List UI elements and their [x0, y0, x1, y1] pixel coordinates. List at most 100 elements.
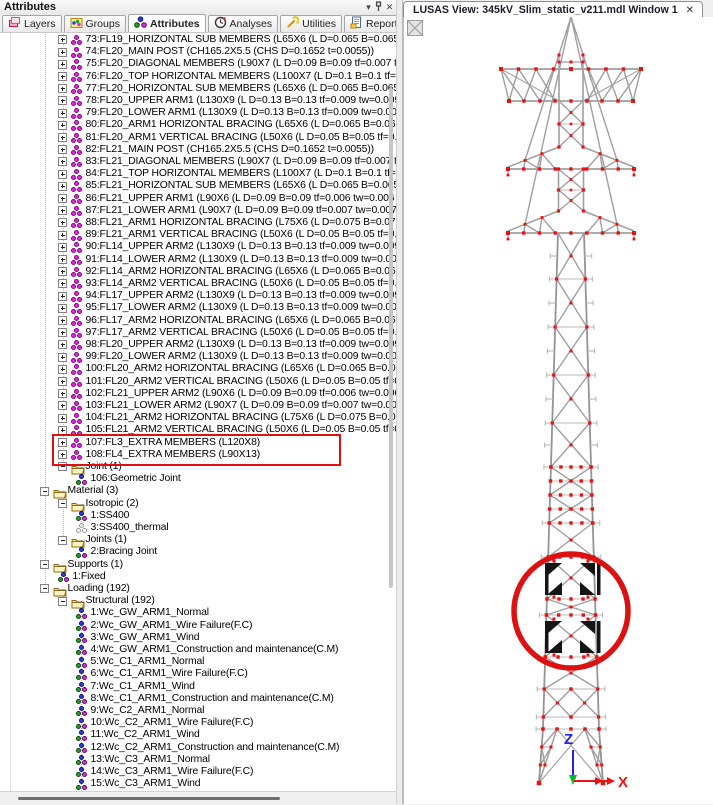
tree-item[interactable]: 101:FL20_ARM2 VERTICAL BRACING (L50X6 (L… — [12, 376, 386, 388]
expand-toggle-plus-icon[interactable] — [58, 243, 67, 252]
expand-toggle-minus-icon[interactable] — [58, 499, 67, 508]
expand-toggle-plus-icon[interactable] — [58, 84, 67, 93]
tree-item[interactable]: 73:FL19_HORIZONTAL SUB MEMBERS (L65X6 (L… — [12, 34, 386, 46]
pin-icon[interactable] — [373, 1, 384, 13]
expand-toggle-plus-icon[interactable] — [58, 218, 67, 227]
tree-item[interactable]: 85:FL21_HORIZONTAL SUB MEMBERS (L65X6 (L… — [12, 180, 386, 192]
tree-item[interactable]: 11:Wc_C2_ARM1_Wind — [12, 729, 386, 741]
expand-toggle-minus-icon[interactable] — [40, 487, 49, 496]
expand-toggle-plus-icon[interactable] — [58, 255, 67, 264]
expand-toggle-minus-icon[interactable] — [40, 584, 49, 593]
tree-item[interactable]: 10:Wc_C2_ARM1_Wire Failure(F.C) — [12, 717, 386, 729]
tree-item[interactable]: 5:Wc_C1_ARM1_Normal — [12, 656, 386, 668]
tree-item[interactable]: 1:Fixed — [12, 571, 386, 583]
tree-item[interactable]: 104:FL21_ARM2 HORIZONTAL BRACING (L75X6 … — [12, 412, 386, 424]
expand-toggle-plus-icon[interactable] — [58, 279, 67, 288]
tab-utilities[interactable]: Utilities — [280, 15, 342, 32]
tree-item[interactable]: 93:FL14_ARM2 VERTICAL BRACING (L50X6 (L … — [12, 278, 386, 290]
expand-toggle-plus-icon[interactable] — [58, 96, 67, 105]
tree-item[interactable]: 4:Wc_GW_ARM1_Construction and maintenanc… — [12, 644, 386, 656]
tree-item[interactable]: 108:FL4_EXTRA MEMBERS (L90X13) — [12, 449, 386, 461]
tree-item[interactable]: 97:FL17_ARM2 VERTICAL BRACING (L50X6 (L … — [12, 327, 386, 339]
model-view-area[interactable]: ZX — [403, 17, 713, 804]
tree-item[interactable]: 78:FL20_UPPER ARM1 (L130X9 (L D=0.13 B=0… — [12, 95, 386, 107]
tree-folder[interactable]: Supports (1) — [12, 559, 386, 571]
pane-splitter[interactable] — [396, 0, 403, 804]
expand-toggle-plus-icon[interactable] — [58, 72, 67, 81]
expand-toggle-plus-icon[interactable] — [58, 340, 67, 349]
tree-folder[interactable]: Material (3) — [12, 485, 386, 497]
expand-toggle-plus-icon[interactable] — [58, 206, 67, 215]
expand-toggle-plus-icon[interactable] — [58, 414, 67, 423]
tree-item[interactable]: 98:FL20_UPPER ARM2 (L130X9 (L D=0.13 B=0… — [12, 339, 386, 351]
expand-toggle-plus-icon[interactable] — [58, 304, 67, 313]
tree-item[interactable]: 105:FL21_ARM2 VERTICAL BRACING (L50X6 (L… — [12, 424, 386, 436]
expand-toggle-plus-icon[interactable] — [58, 133, 67, 142]
view-tab[interactable]: LUSAS View: 345kV_Slim_static_v211.mdl W… — [403, 1, 703, 18]
tree-item[interactable]: 14:Wc_C3_ARM1_Wire Failure(F.C) — [12, 766, 386, 778]
tree-item[interactable]: 86:FL21_UPPER ARM1 (L90X6 (L D=0.09 B=0.… — [12, 193, 386, 205]
tree-item[interactable]: 84:FL21_TOP HORIZONTAL MEMBERS (L100X7 (… — [12, 168, 386, 180]
tree-item[interactable]: 76:FL20_TOP HORIZONTAL MEMBERS (L100X7 (… — [12, 71, 386, 83]
tree-folder[interactable]: Joint (1) — [12, 461, 386, 473]
tree-item[interactable]: 2:Bracing Joint — [12, 546, 386, 558]
tree-folder[interactable]: Joints (1) — [12, 534, 386, 546]
expand-toggle-minus-icon[interactable] — [58, 536, 67, 545]
tree-folder[interactable]: Structural (192) — [12, 595, 386, 607]
tree-folder[interactable]: Loading (192) — [12, 583, 386, 595]
expand-toggle-plus-icon[interactable] — [58, 121, 67, 130]
expand-toggle-plus-icon[interactable] — [58, 145, 67, 154]
tree-item[interactable]: 102:FL21_UPPER ARM2 (L90X6 (L D=0.09 B=0… — [12, 388, 386, 400]
tree-item[interactable]: 8:Wc_C1_ARM1_Construction and maintenanc… — [12, 693, 386, 705]
tree-item[interactable]: 81:FL20_ARM1 VERTICAL BRACING (L50X6 (L … — [12, 132, 386, 144]
attributes-tree[interactable]: 73:FL19_HORIZONTAL SUB MEMBERS (L65X6 (L… — [0, 33, 396, 791]
expand-toggle-plus-icon[interactable] — [58, 157, 67, 166]
tree-item[interactable]: 88:FL21_ARM1 HORIZONTAL BRACING (L75X6 (… — [12, 217, 386, 229]
tree-item[interactable]: 3:SS400_thermal — [12, 522, 386, 534]
tree-item[interactable]: 80:FL20_ARM1 HORIZONTAL BRACING (L65X6 (… — [12, 119, 386, 131]
tree-item[interactable]: 91:FL14_LOWER ARM2 (L130X9 (L D=0.13 B=0… — [12, 254, 386, 266]
tree-item[interactable]: 77:FL20_HORIZONTAL SUB MEMBERS (L65X6 (L… — [12, 83, 386, 95]
tree-item[interactable]: 95:FL17_LOWER ARM2 (L130X9 (L D=0.13 B=0… — [12, 302, 386, 314]
expand-toggle-plus-icon[interactable] — [58, 353, 67, 362]
hscroll-thumb[interactable] — [18, 797, 280, 800]
expand-toggle-plus-icon[interactable] — [58, 109, 67, 118]
tree-item[interactable]: 96:FL17_ARM2 HORIZONTAL BRACING (L65X6 (… — [12, 315, 386, 327]
expand-toggle-plus-icon[interactable] — [58, 267, 67, 276]
tree-item[interactable]: 94:FL17_UPPER ARM2 (L130X9 (L D=0.13 B=0… — [12, 290, 386, 302]
expand-toggle-minus-icon[interactable] — [58, 462, 67, 471]
tree-item[interactable]: 87:FL21_LOWER ARM1 (L90X7 (L D=0.09 B=0.… — [12, 205, 386, 217]
tree-item[interactable]: 99:FL20_LOWER ARM2 (L130X9 (L D=0.13 B=0… — [12, 351, 386, 363]
tree-item[interactable]: 1:Wc_GW_ARM1_Normal — [12, 607, 386, 619]
expand-toggle-minus-icon[interactable] — [58, 597, 67, 606]
view-tab-close-icon[interactable]: ✕ — [686, 5, 694, 16]
expand-toggle-plus-icon[interactable] — [58, 401, 67, 410]
expand-toggle-plus-icon[interactable] — [58, 316, 67, 325]
expand-toggle-plus-icon[interactable] — [58, 182, 67, 191]
tree-item[interactable]: 7:Wc_C1_ARM1_Wind — [12, 681, 386, 693]
tree-horizontal-scrollbar[interactable] — [0, 791, 396, 805]
tree-item[interactable]: 15:Wc_C3_ARM1_Wind — [12, 778, 386, 790]
tree-item[interactable]: 89:FL21_ARM1 VERTICAL BRACING (L50X6 (L … — [12, 229, 386, 241]
tree-item[interactable]: 12:Wc_C2_ARM1_Construction and maintenan… — [12, 742, 386, 754]
expand-toggle-plus-icon[interactable] — [58, 389, 67, 398]
tree-item[interactable]: 100:FL20_ARM2 HORIZONTAL BRACING (L65X6 … — [12, 363, 386, 375]
tree-item[interactable]: 74:FL20_MAIN POST (CH165.2X5.5 (CHS D=0.… — [12, 46, 386, 58]
tree-item[interactable]: 6:Wc_C1_ARM1_Wire Failure(F.C) — [12, 668, 386, 680]
tree-vertical-scrollbar[interactable] — [389, 88, 393, 588]
tree-item[interactable]: 90:FL14_UPPER ARM2 (L130X9 (L D=0.13 B=0… — [12, 241, 386, 253]
tree-item[interactable]: 1:SS400 — [12, 510, 386, 522]
tab-analyses[interactable]: Analyses — [208, 15, 279, 32]
tree-item[interactable]: 2:Wc_GW_ARM1_Wire Failure(F.C) — [12, 620, 386, 632]
tree-item[interactable]: 83:FL21_DIAGONAL MEMBERS (L90X7 (L D=0.0… — [12, 156, 386, 168]
expand-toggle-plus-icon[interactable] — [58, 48, 67, 57]
tree-item[interactable]: 107:FL3_EXTRA MEMBERS (L120X8) — [12, 437, 386, 449]
tab-attributes[interactable]: Attributes — [128, 14, 206, 32]
tree-item[interactable]: 92:FL14_ARM2 HORIZONTAL BRACING (L65X6 (… — [12, 266, 386, 278]
expand-toggle-minus-icon[interactable] — [40, 560, 49, 569]
expand-toggle-plus-icon[interactable] — [58, 377, 67, 386]
expand-toggle-plus-icon[interactable] — [58, 60, 67, 69]
expand-toggle-plus-icon[interactable] — [58, 426, 67, 435]
expand-toggle-plus-icon[interactable] — [58, 231, 67, 240]
tree-item[interactable]: 82:FL21_MAIN POST (CH165.2X5.5 (CHS D=0.… — [12, 144, 386, 156]
